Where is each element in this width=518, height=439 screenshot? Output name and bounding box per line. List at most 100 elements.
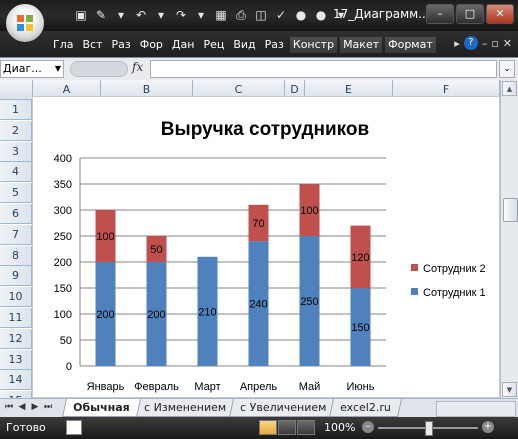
macro-record-icon[interactable]: [66, 420, 82, 435]
redo-icon[interactable]: ↷: [172, 6, 190, 24]
x-tick-label: Июнь: [347, 381, 375, 393]
circle-icon-2[interactable]: ●: [312, 6, 330, 24]
office-button[interactable]: [5, 3, 45, 43]
row-header-8[interactable]: 8: [0, 245, 32, 266]
redo-dropdown-icon[interactable]: ▾: [192, 6, 210, 24]
data-label: 120: [351, 252, 369, 264]
status-bar: Готово 100% – +: [0, 417, 518, 439]
ribbon-close-icon[interactable]: ✕: [503, 37, 512, 50]
save-icon[interactable]: ▣: [72, 6, 90, 24]
chevron-down-icon[interactable]: ▼: [55, 61, 61, 77]
name-box[interactable]: Диаг... ▼: [0, 60, 64, 78]
window-controls: – □ ✕: [426, 4, 514, 24]
tab-data[interactable]: Дан: [169, 37, 198, 53]
close-button[interactable]: ✕: [486, 4, 514, 24]
sheet-tab-obychnaya[interactable]: Обычная: [62, 399, 141, 417]
sheet-tab-bar: ⏮ ◀ ▶ ⏭ Обычная с Изменением с Увеличени…: [0, 398, 518, 418]
prev-sheet-icon[interactable]: ◀: [17, 402, 27, 412]
minimize-button[interactable]: –: [426, 4, 454, 24]
maximize-button[interactable]: □: [456, 4, 484, 24]
undo-icon[interactable]: ↶: [132, 6, 150, 24]
plot-area[interactable]: 0 50 100 150 200 250 300 350 400 200 100 Январь 200 5…: [54, 153, 386, 393]
y-tick-label: 350: [54, 179, 72, 191]
tab-design[interactable]: Констр: [289, 37, 338, 53]
tab-review[interactable]: Рец: [200, 37, 227, 53]
row-header-7[interactable]: 7: [0, 224, 32, 245]
select-all-corner[interactable]: [0, 80, 33, 100]
row-header-1[interactable]: 1: [0, 100, 32, 120]
zoom-out-icon[interactable]: –: [362, 421, 374, 433]
tab-developer[interactable]: Раз: [262, 37, 287, 53]
chart-title[interactable]: Выручка сотрудников: [161, 119, 369, 140]
sheet-tab-s-izmeneniem[interactable]: с Изменением: [132, 399, 237, 417]
tab-layout[interactable]: Макет: [340, 37, 383, 53]
row-header-9[interactable]: 9: [0, 266, 32, 287]
zoom-in-icon[interactable]: +: [482, 421, 494, 433]
preview-icon[interactable]: ◫: [252, 6, 270, 24]
spell-icon[interactable]: ✓: [272, 6, 290, 24]
status-ready: Готово: [6, 421, 46, 434]
row-header-13[interactable]: 13: [0, 349, 32, 370]
row-header-11[interactable]: 11: [0, 308, 32, 328]
y-tick-label: 300: [54, 205, 72, 217]
zoom-level[interactable]: 100%: [324, 421, 355, 434]
table-icon[interactable]: ▦: [212, 6, 230, 24]
ribbon-restore-icon[interactable]: ▫: [491, 37, 498, 50]
normal-view-icon[interactable]: [259, 420, 277, 435]
y-tick-label: 200: [54, 257, 72, 269]
row-header-15[interactable]: 15: [0, 391, 32, 398]
vertical-scrollbar[interactable]: ▲ ▼: [500, 80, 518, 398]
title-bar: ▣ ✎ ▾ ↶ ▾ ↷ ▾ ▦ ⎙ ◫ ✓ ● ● ▾ 17_Диаграмм.…: [0, 0, 518, 31]
row-header-5[interactable]: 5: [0, 183, 32, 204]
row-header-12[interactable]: 12: [0, 328, 32, 349]
page-break-view-icon[interactable]: [297, 420, 315, 435]
tab-view[interactable]: Вид: [230, 37, 258, 53]
first-sheet-icon[interactable]: ⏮: [4, 402, 14, 412]
y-tick-label: 100: [54, 309, 72, 321]
circle-icon[interactable]: ●: [292, 6, 310, 24]
horizontal-scrollbar[interactable]: [436, 401, 516, 417]
window-title: 17_Диаграмм...M: [333, 7, 440, 21]
x-tick-label: Март: [194, 381, 220, 393]
last-sheet-icon[interactable]: ⏭: [43, 402, 53, 412]
formula-input[interactable]: [150, 60, 497, 78]
dropdown-icon[interactable]: ▾: [112, 6, 130, 24]
row-header-14[interactable]: 14: [0, 370, 32, 391]
expand-formula-icon[interactable]: ⌄: [499, 60, 515, 78]
next-sheet-icon[interactable]: ▶: [30, 402, 40, 412]
tab-insert[interactable]: Вст: [79, 37, 105, 53]
tab-formulas[interactable]: Фор: [137, 37, 166, 53]
data-label: 50: [150, 244, 162, 256]
tab-home[interactable]: Гла: [50, 37, 76, 53]
help-icon[interactable]: ?: [463, 36, 478, 50]
format-icon[interactable]: ✎: [92, 6, 110, 24]
sheet-tab-excel2[interactable]: excel2.ru: [329, 399, 402, 417]
sheet-tab-s-uvelicheniem[interactable]: с Увеличением: [228, 399, 337, 417]
page-layout-view-icon[interactable]: [278, 420, 296, 435]
tab-page-layout[interactable]: Раз: [109, 37, 134, 53]
row-header-3[interactable]: 3: [0, 141, 32, 162]
more-tabs-icon[interactable]: ▸: [454, 37, 460, 50]
zoom-slider-thumb[interactable]: [425, 421, 433, 436]
ribbon: Гла Вст Раз Фор Дан Рец Вид Раз Констр М…: [0, 31, 518, 57]
chart-legend[interactable]: Сотрудник 2 Сотрудник 1: [411, 263, 486, 299]
scroll-up-icon[interactable]: ▲: [502, 81, 517, 96]
sheet-tab-label: с Увеличением: [239, 401, 327, 414]
undo-dropdown-icon[interactable]: ▾: [152, 6, 170, 24]
chart-object[interactable]: Выручка сотрудников 0 50 100 150 200 250 300 35…: [32, 96, 500, 398]
row-header-2[interactable]: 2: [0, 120, 32, 141]
row-header-6[interactable]: 6: [0, 204, 32, 224]
sheet-navigation: ⏮ ◀ ▶ ⏭: [4, 402, 53, 412]
scroll-down-icon[interactable]: ▼: [502, 382, 517, 397]
legend-swatch: [411, 264, 418, 271]
formula-bar-splitter[interactable]: [70, 61, 128, 77]
vertical-scroll-thumb[interactable]: [503, 198, 518, 222]
y-tick-label: 50: [60, 335, 72, 347]
row-header-10[interactable]: 10: [0, 287, 32, 308]
tab-format[interactable]: Формат: [385, 37, 436, 53]
ribbon-minimize-icon[interactable]: –: [482, 37, 488, 50]
ribbon-right-controls: ▸ ? – ▫ ✕: [454, 36, 512, 50]
print-icon[interactable]: ⎙: [232, 6, 250, 24]
row-header-4[interactable]: 4: [0, 162, 32, 183]
insert-function-icon[interactable]: fx: [132, 60, 143, 74]
